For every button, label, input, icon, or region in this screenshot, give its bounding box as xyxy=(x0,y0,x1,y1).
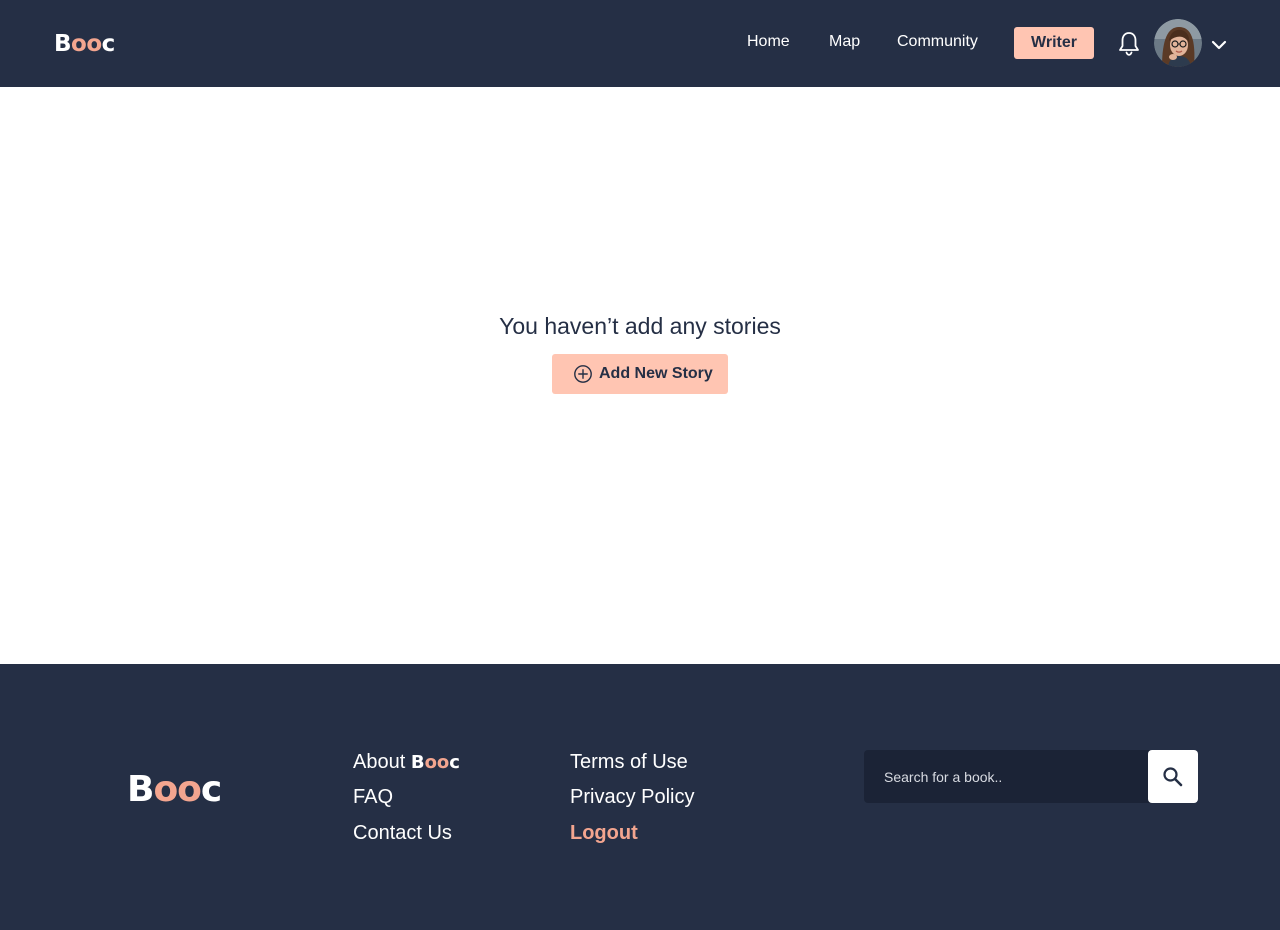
footer: Booc About Booc FAQ Contact Us Terms of … xyxy=(0,664,1280,930)
booc-logo[interactable]: Booc xyxy=(54,30,115,58)
brand-letters-oo: oo xyxy=(424,752,450,773)
avatar[interactable] xyxy=(1154,19,1202,67)
nav-home-link[interactable]: Home xyxy=(747,32,790,52)
about-brand: Booc xyxy=(411,752,460,773)
empty-state-message: You haven’t add any stories xyxy=(499,313,781,339)
nav-community-link[interactable]: Community xyxy=(897,32,978,52)
top-navbar: Booc Home Map Community Writer xyxy=(0,0,1280,87)
logo-letter-c: c xyxy=(200,769,222,810)
logo-letters-oo: oo xyxy=(153,769,201,810)
faq-link[interactable]: FAQ xyxy=(353,784,393,810)
add-new-story-label: Add New Story xyxy=(599,365,713,382)
search-input[interactable] xyxy=(864,750,1147,803)
brand-letter-b: B xyxy=(410,752,425,773)
logo-letter-b: B xyxy=(54,31,72,57)
bell-icon[interactable] xyxy=(1116,30,1142,58)
plus-circle-icon xyxy=(573,364,593,384)
main-content: You haven’t add any stories Add New Stor… xyxy=(0,87,1280,664)
nav-map-link[interactable]: Map xyxy=(829,32,860,52)
logout-link[interactable]: Logout xyxy=(570,820,638,846)
about-label: About xyxy=(353,751,411,773)
logo-letter-c: c xyxy=(101,31,116,57)
add-new-story-button[interactable]: Add New Story xyxy=(552,354,728,394)
contact-us-link[interactable]: Contact Us xyxy=(353,820,452,846)
writer-button[interactable]: Writer xyxy=(1014,27,1094,59)
about-booc-link[interactable]: About Booc xyxy=(353,749,460,776)
brand-letter-c: c xyxy=(449,752,460,773)
logo-letter-b: B xyxy=(127,769,154,810)
logo-letters-oo: oo xyxy=(71,31,102,57)
terms-of-use-link[interactable]: Terms of Use xyxy=(570,749,688,775)
privacy-policy-link[interactable]: Privacy Policy xyxy=(570,784,694,810)
search-button[interactable] xyxy=(1148,750,1198,803)
chevron-down-icon[interactable] xyxy=(1210,38,1228,52)
footer-booc-logo[interactable]: Booc xyxy=(127,768,222,812)
